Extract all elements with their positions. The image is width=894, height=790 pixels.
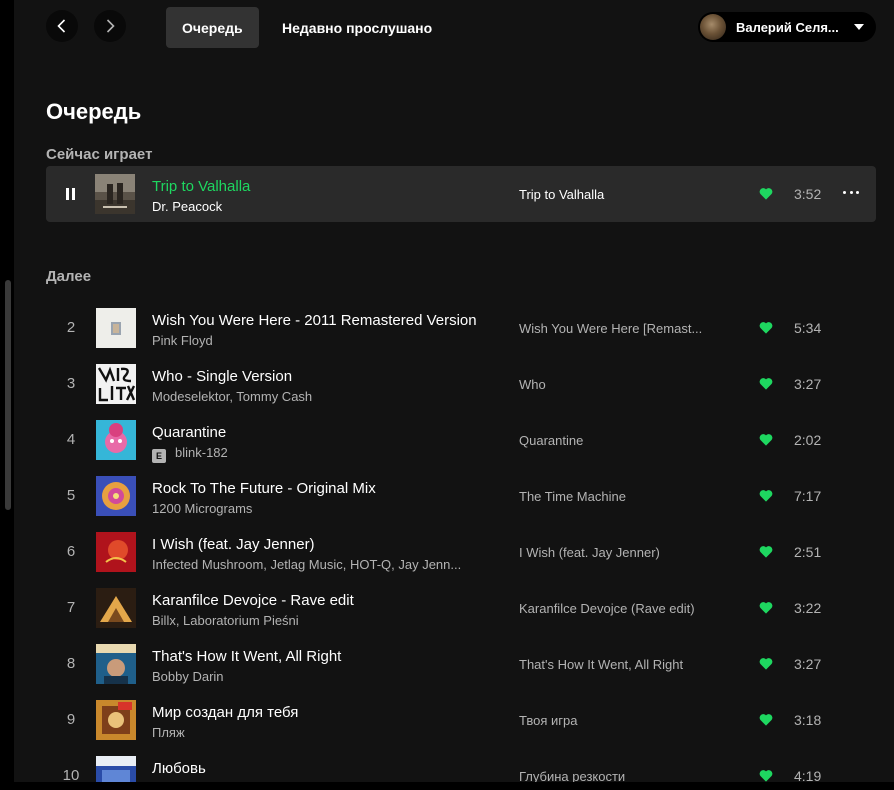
track-artist[interactable]: Bobby Darin xyxy=(152,669,497,684)
track-artist[interactable]: Modeselektor, Tommy Cash xyxy=(152,389,497,404)
track-album[interactable]: Quarantine xyxy=(519,433,719,448)
track-album[interactable]: I Wish (feat. Jay Jenner) xyxy=(519,545,719,560)
heart-filled-icon[interactable] xyxy=(759,489,773,502)
heart-filled-icon[interactable] xyxy=(759,377,773,390)
track-duration: 2:02 xyxy=(794,432,822,448)
more-options-icon[interactable] xyxy=(843,191,859,195)
heart-filled-icon[interactable] xyxy=(759,321,773,334)
now-playing-row[interactable]: Trip to Valhalla Dr. Peacock Trip to Val… xyxy=(46,166,876,222)
tab-queue[interactable]: Очередь xyxy=(166,7,259,48)
topbar: Очередь Недавно прослушано Валерий Селя.… xyxy=(14,0,894,56)
track-row[interactable]: 2 Wish You Were Here - 2011 Remastered V… xyxy=(46,300,876,356)
track-number: 5 xyxy=(66,487,76,504)
user-menu-button[interactable]: Валерий Селя... xyxy=(698,12,876,42)
track-title[interactable]: Who - Single Version xyxy=(152,368,292,385)
track-duration: 3:22 xyxy=(794,600,822,616)
track-row[interactable]: 3 Who - Single Version Modeselektor, Tom… xyxy=(46,356,876,412)
track-row[interactable]: 4 Quarantine Eblink-182 Quarantine 2:02 xyxy=(46,412,876,468)
track-artist[interactable]: Пляж xyxy=(152,725,497,740)
album-cover xyxy=(96,700,136,740)
heart-filled-icon[interactable] xyxy=(759,769,773,782)
track-artist[interactable]: Billx, Laboratorium Pieśni xyxy=(152,613,497,628)
album-cover xyxy=(96,420,136,460)
track-row[interactable]: 6 I Wish (feat. Jay Jenner) Infected Mus… xyxy=(46,524,876,580)
now-playing-heading: Сейчас играет xyxy=(46,146,153,163)
track-duration: 3:27 xyxy=(794,376,822,392)
track-number: 4 xyxy=(66,431,76,448)
track-title[interactable]: That's How It Went, All Right xyxy=(152,648,341,665)
track-duration: 2:51 xyxy=(794,544,822,560)
track-album[interactable]: That's How It Went, All Right xyxy=(519,657,719,672)
track-title[interactable]: Rock To The Future - Original Mix xyxy=(152,480,376,497)
next-heading: Далее xyxy=(46,268,92,285)
track-artist[interactable]: blink-182 xyxy=(175,445,228,460)
tab-recently-played[interactable]: Недавно прослушано xyxy=(266,7,448,48)
track-title[interactable]: Мир создан для тебя xyxy=(152,704,298,721)
track-album[interactable]: Твоя игра xyxy=(519,713,719,728)
album-cover xyxy=(96,588,136,628)
now-playing-title[interactable]: Trip to Valhalla xyxy=(152,178,250,195)
track-album[interactable]: Who xyxy=(519,377,719,392)
heart-filled-icon[interactable] xyxy=(759,433,773,446)
track-number: 8 xyxy=(66,655,76,672)
page-title: Очередь xyxy=(46,99,142,124)
track-row[interactable]: 7 Karanfilce Devojce - Rave edit Billx, … xyxy=(46,580,876,636)
track-duration: 3:27 xyxy=(794,656,822,672)
caret-down-icon xyxy=(854,24,864,30)
album-cover xyxy=(96,364,136,404)
album-cover xyxy=(96,308,136,348)
track-album[interactable]: The Time Machine xyxy=(519,489,719,504)
chevron-right-icon xyxy=(106,19,115,33)
track-number: 3 xyxy=(66,375,76,392)
track-duration: 5:34 xyxy=(794,320,822,336)
track-duration: 7:17 xyxy=(794,488,822,504)
now-playing-album[interactable]: Trip to Valhalla xyxy=(519,187,719,202)
avatar xyxy=(700,14,726,40)
chevron-left-icon xyxy=(57,19,66,33)
track-row[interactable]: 8 That's How It Went, All Right Bobby Da… xyxy=(46,636,876,692)
track-row[interactable]: 5 Rock To The Future - Original Mix 1200… xyxy=(46,468,876,524)
scrollbar-thumb[interactable] xyxy=(5,280,11,510)
track-album[interactable]: Karanfilce Devojce (Rave edit) xyxy=(519,601,719,616)
track-title[interactable]: Karanfilce Devojce - Rave edit xyxy=(152,592,354,609)
album-cover xyxy=(96,532,136,572)
track-album[interactable]: Wish You Were Here [Remast... xyxy=(519,321,719,336)
track-artist-line: Eblink-182 xyxy=(152,445,497,463)
track-row[interactable]: 9 Мир создан для тебя Пляж Твоя игра 3:1… xyxy=(46,692,876,748)
album-cover xyxy=(96,476,136,516)
track-number: 6 xyxy=(66,543,76,560)
track-title[interactable]: Wish You Were Here - 2011 Remastered Ver… xyxy=(152,312,477,329)
heart-filled-icon[interactable] xyxy=(759,545,773,558)
forward-button[interactable] xyxy=(94,10,126,42)
track-artist[interactable]: Infected Mushroom, Jetlag Music, HOT-Q, … xyxy=(152,557,497,572)
track-duration: 3:18 xyxy=(794,712,822,728)
track-title[interactable]: I Wish (feat. Jay Jenner) xyxy=(152,536,315,553)
track-artist[interactable]: Pink Floyd xyxy=(152,333,497,348)
bottom-edge xyxy=(0,782,894,790)
track-title[interactable]: Любовь xyxy=(152,760,206,777)
pause-icon[interactable] xyxy=(65,188,76,200)
track-number: 2 xyxy=(66,319,76,336)
album-cover xyxy=(95,174,135,214)
now-playing-artist[interactable]: Dr. Peacock xyxy=(152,199,452,214)
heart-filled-icon[interactable] xyxy=(759,187,773,200)
user-name: Валерий Селя... xyxy=(736,19,839,35)
explicit-badge: E xyxy=(152,449,166,463)
now-playing-duration: 3:52 xyxy=(794,186,822,202)
heart-filled-icon[interactable] xyxy=(759,713,773,726)
track-title[interactable]: Quarantine xyxy=(152,424,226,441)
track-artist[interactable]: 1200 Micrograms xyxy=(152,501,497,516)
track-number: 9 xyxy=(66,711,76,728)
back-button[interactable] xyxy=(46,10,78,42)
track-number: 7 xyxy=(66,599,76,616)
album-cover xyxy=(96,644,136,684)
heart-filled-icon[interactable] xyxy=(759,657,773,670)
heart-filled-icon[interactable] xyxy=(759,601,773,614)
